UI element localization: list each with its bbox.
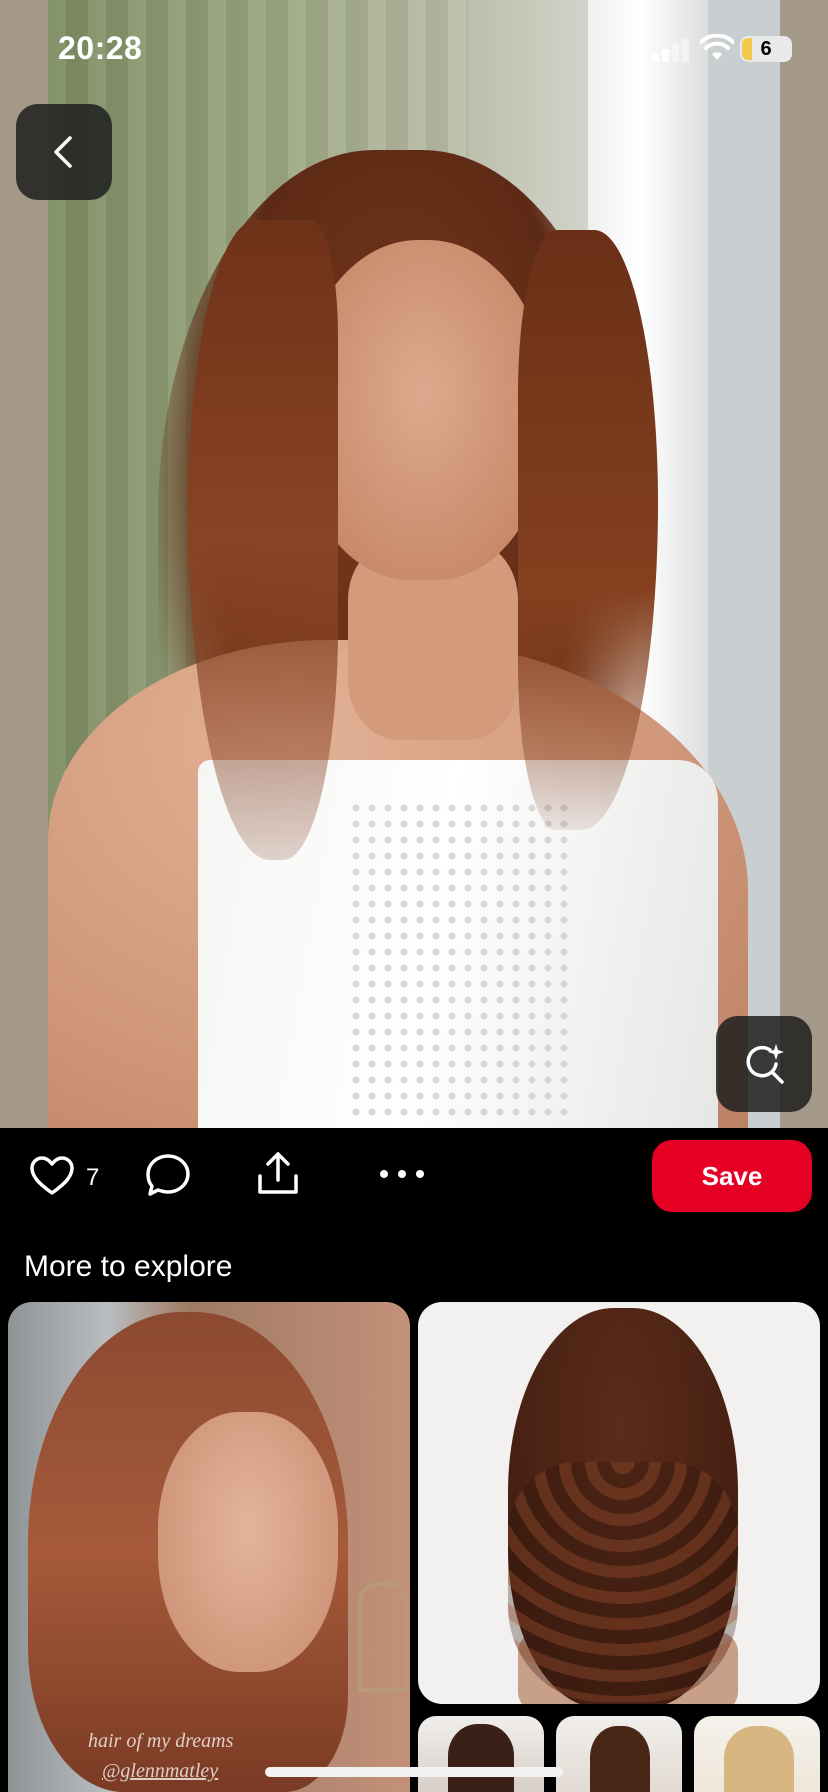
- save-button[interactable]: Save: [652, 1140, 812, 1212]
- comment-bubble-icon: [146, 1154, 190, 1196]
- explore-card[interactable]: hair of my dreams @glennmatley: [8, 1302, 410, 1792]
- like-count: 7: [86, 1164, 100, 1191]
- pin-image[interactable]: [48, 0, 780, 1128]
- back-button[interactable]: [16, 104, 112, 200]
- card-hair: [724, 1726, 794, 1792]
- watermark-line-1: hair of my dreams: [88, 1730, 234, 1752]
- image-watermark: hair of my dreams @glennmatley: [88, 1726, 233, 1786]
- card-wig-waves: [508, 1462, 738, 1702]
- share-upload-icon: [258, 1152, 298, 1194]
- comment-button[interactable]: [144, 1150, 192, 1200]
- lens-sparkle-icon: [746, 1044, 784, 1084]
- ellipsis-icon: [380, 1170, 424, 1178]
- heart-icon: [30, 1156, 74, 1195]
- battery-level: 6: [760, 38, 772, 60]
- watermark-line-2: @glennmatley: [102, 1760, 219, 1782]
- chevron-left-icon: [54, 136, 72, 168]
- cellular-signal-icon: [652, 38, 692, 62]
- share-button[interactable]: [254, 1148, 302, 1198]
- like-button[interactable]: [28, 1152, 76, 1200]
- pin-detail-screen: 20:28 6 7 Save More to explore hair of m…: [0, 0, 828, 1792]
- pin-action-bar: 7 Save: [0, 1128, 828, 1238]
- status-time: 20:28: [58, 30, 143, 66]
- eyelet-pattern: [348, 800, 568, 1120]
- explore-card[interactable]: [418, 1302, 820, 1704]
- explore-card[interactable]: [556, 1716, 682, 1792]
- card-chair: [358, 1582, 408, 1692]
- card-face: [158, 1412, 338, 1672]
- explore-card[interactable]: [418, 1716, 544, 1792]
- battery-icon: 6: [740, 36, 792, 62]
- section-title: More to explore: [24, 1250, 233, 1283]
- card-hair: [448, 1724, 514, 1792]
- wifi-icon: [699, 33, 735, 62]
- visual-search-button[interactable]: [716, 1016, 812, 1112]
- explore-card[interactable]: [694, 1716, 820, 1792]
- status-bar: 20:28 6: [0, 0, 828, 100]
- home-indicator[interactable]: [265, 1767, 563, 1777]
- card-hair: [590, 1726, 650, 1792]
- more-options-button[interactable]: [378, 1164, 426, 1184]
